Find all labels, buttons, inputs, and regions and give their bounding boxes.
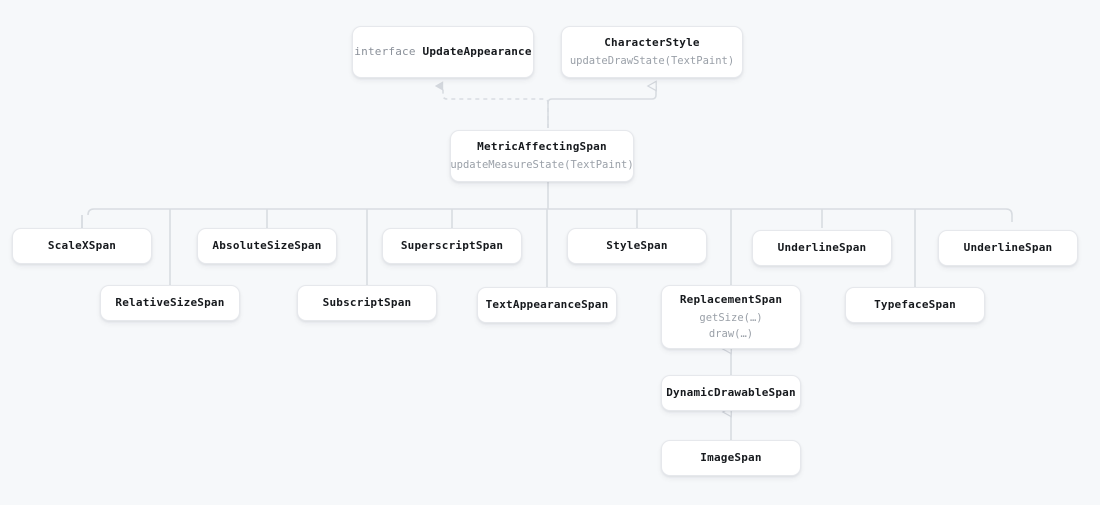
node-metric-affecting-span[interactable]: MetricAffectingSpan updateMeasureState(T… — [450, 130, 634, 182]
node-title: SuperscriptSpan — [400, 239, 504, 252]
node-update-appearance[interactable]: interface UpdateAppearance — [352, 26, 534, 78]
node-title: StyleSpan — [606, 239, 668, 252]
node-member: getSize(…) — [699, 312, 763, 324]
node-title: interface UpdateAppearance — [354, 44, 531, 60]
node-member: updateMeasureState(TextPaint) — [450, 159, 634, 171]
edge-metricaffectingspan-to-characterstyle — [547, 86, 656, 128]
node-underline-span-1[interactable]: UnderlineSpan — [752, 230, 892, 266]
node-keyword: interface — [354, 45, 423, 58]
node-image-span[interactable]: ImageSpan — [661, 440, 801, 476]
edge-distribution-bus — [87, 208, 1013, 222]
node-superscript-span[interactable]: SuperscriptSpan — [382, 228, 522, 264]
edge-layer — [81, 0, 1013, 440]
node-title: MetricAffectingSpan — [477, 140, 607, 153]
node-underline-span-2[interactable]: UnderlineSpan — [938, 230, 1078, 266]
node-title: AbsoluteSizeSpan — [212, 239, 322, 252]
node-replacement-span[interactable]: ReplacementSpan getSize(…) draw(…) — [661, 285, 801, 349]
node-scale-x-span[interactable]: ScaleXSpan — [12, 228, 152, 264]
node-character-style[interactable]: CharacterStyle updateDrawState(TextPaint… — [561, 26, 743, 78]
node-title: ScaleXSpan — [47, 239, 117, 252]
node-typeface-span[interactable]: TypefaceSpan — [845, 287, 985, 323]
node-relative-size-span[interactable]: RelativeSizeSpan — [100, 285, 240, 321]
node-style-span[interactable]: StyleSpan — [567, 228, 707, 264]
node-title: TextAppearanceSpan — [485, 298, 609, 311]
node-member: updateDrawState(TextPaint) — [569, 55, 735, 67]
node-absolute-size-span[interactable]: AbsoluteSizeSpan — [197, 228, 337, 264]
node-title: TypefaceSpan — [874, 298, 956, 311]
class-diagram-canvas: interface UpdateAppearance CharacterStyl… — [0, 0, 1100, 505]
node-title: RelativeSizeSpan — [115, 296, 225, 309]
node-title: ReplacementSpan — [679, 293, 783, 306]
node-title: UnderlineSpan — [963, 241, 1053, 254]
node-title: UnderlineSpan — [777, 241, 867, 254]
node-title: DynamicDrawableSpan — [666, 386, 796, 399]
node-title: ImageSpan — [700, 451, 762, 464]
node-name: UpdateAppearance — [422, 45, 532, 58]
node-title: CharacterStyle — [604, 36, 700, 49]
node-dynamic-drawable-span[interactable]: DynamicDrawableSpan — [661, 375, 801, 411]
node-subscript-span[interactable]: SubscriptSpan — [297, 285, 437, 321]
node-member: draw(…) — [708, 328, 754, 340]
node-title: SubscriptSpan — [322, 296, 412, 309]
node-text-appearance-span[interactable]: TextAppearanceSpan — [477, 287, 617, 323]
edge-metricaffectingspan-to-updateappearance — [434, 81, 549, 128]
